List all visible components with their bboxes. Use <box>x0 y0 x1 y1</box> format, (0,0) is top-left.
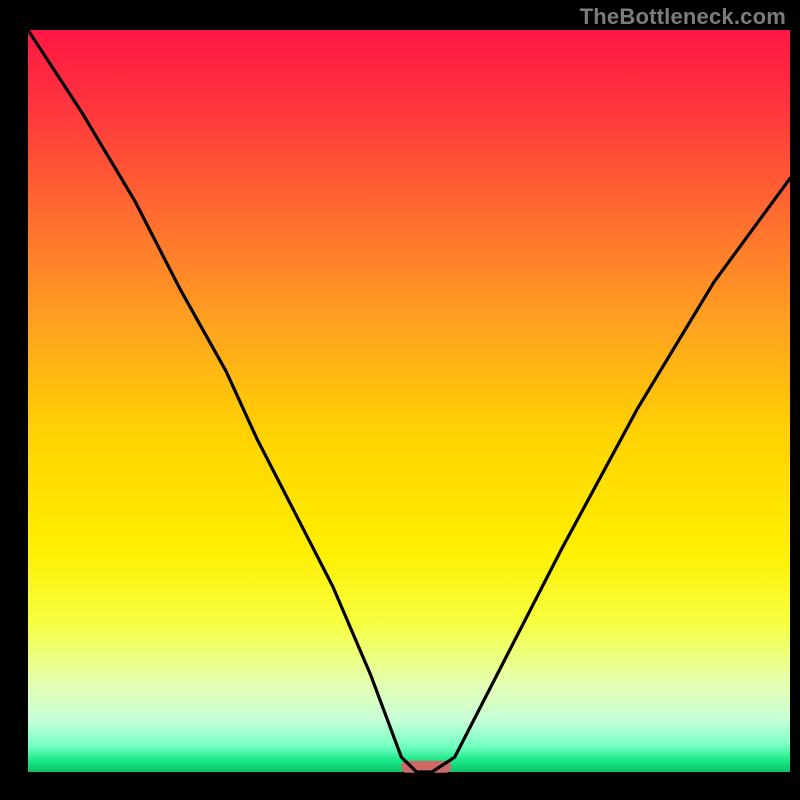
bottleneck-chart <box>0 0 800 800</box>
plot-background <box>28 30 790 772</box>
chart-frame: TheBottleneck.com <box>0 0 800 800</box>
watermark-text: TheBottleneck.com <box>580 4 786 30</box>
